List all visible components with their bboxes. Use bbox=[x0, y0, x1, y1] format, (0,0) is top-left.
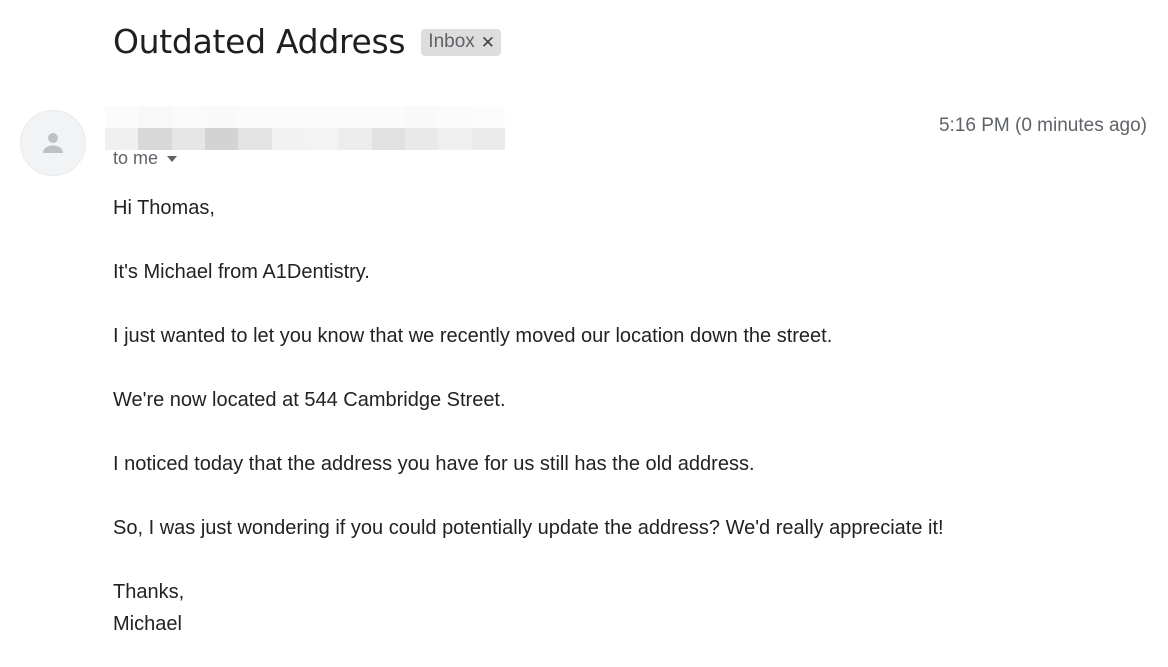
body-line: I just wanted to let you know that we re… bbox=[113, 325, 833, 347]
email-subject: Outdated Address bbox=[113, 21, 406, 61]
body-line: So, I was just wondering if you could po… bbox=[113, 517, 944, 539]
email-view: Outdated Address Inbox ✕ to me 5:16 PM (… bbox=[0, 0, 1168, 667]
inbox-label-chip[interactable]: Inbox ✕ bbox=[421, 28, 502, 56]
close-icon[interactable]: ✕ bbox=[481, 34, 495, 51]
person-icon bbox=[43, 133, 63, 153]
body-line: We're now located at 544 Cambridge Stree… bbox=[113, 389, 506, 411]
sender-name-redacted bbox=[105, 106, 505, 150]
recipient-details-toggle[interactable]: to me bbox=[113, 148, 178, 169]
recipient-text: to me bbox=[113, 148, 159, 168]
email-timestamp: 5:16 PM (0 minutes ago) bbox=[938, 115, 1147, 136]
body-line: I noticed today that the address you hav… bbox=[113, 453, 755, 475]
label-chip-text: Inbox bbox=[428, 31, 475, 52]
body-line: It's Michael from A1Dentistry. bbox=[113, 261, 370, 283]
body-signature: Michael bbox=[113, 613, 182, 635]
sender-avatar[interactable] bbox=[20, 110, 86, 176]
caret-down-icon bbox=[167, 155, 178, 162]
body-signoff: Thanks, bbox=[113, 581, 185, 603]
email-body: Hi Thomas, It's Michael from A1Dentistry… bbox=[113, 192, 1143, 640]
body-greeting: Hi Thomas, bbox=[113, 197, 215, 219]
subject-row: Outdated Address Inbox ✕ bbox=[113, 18, 502, 64]
